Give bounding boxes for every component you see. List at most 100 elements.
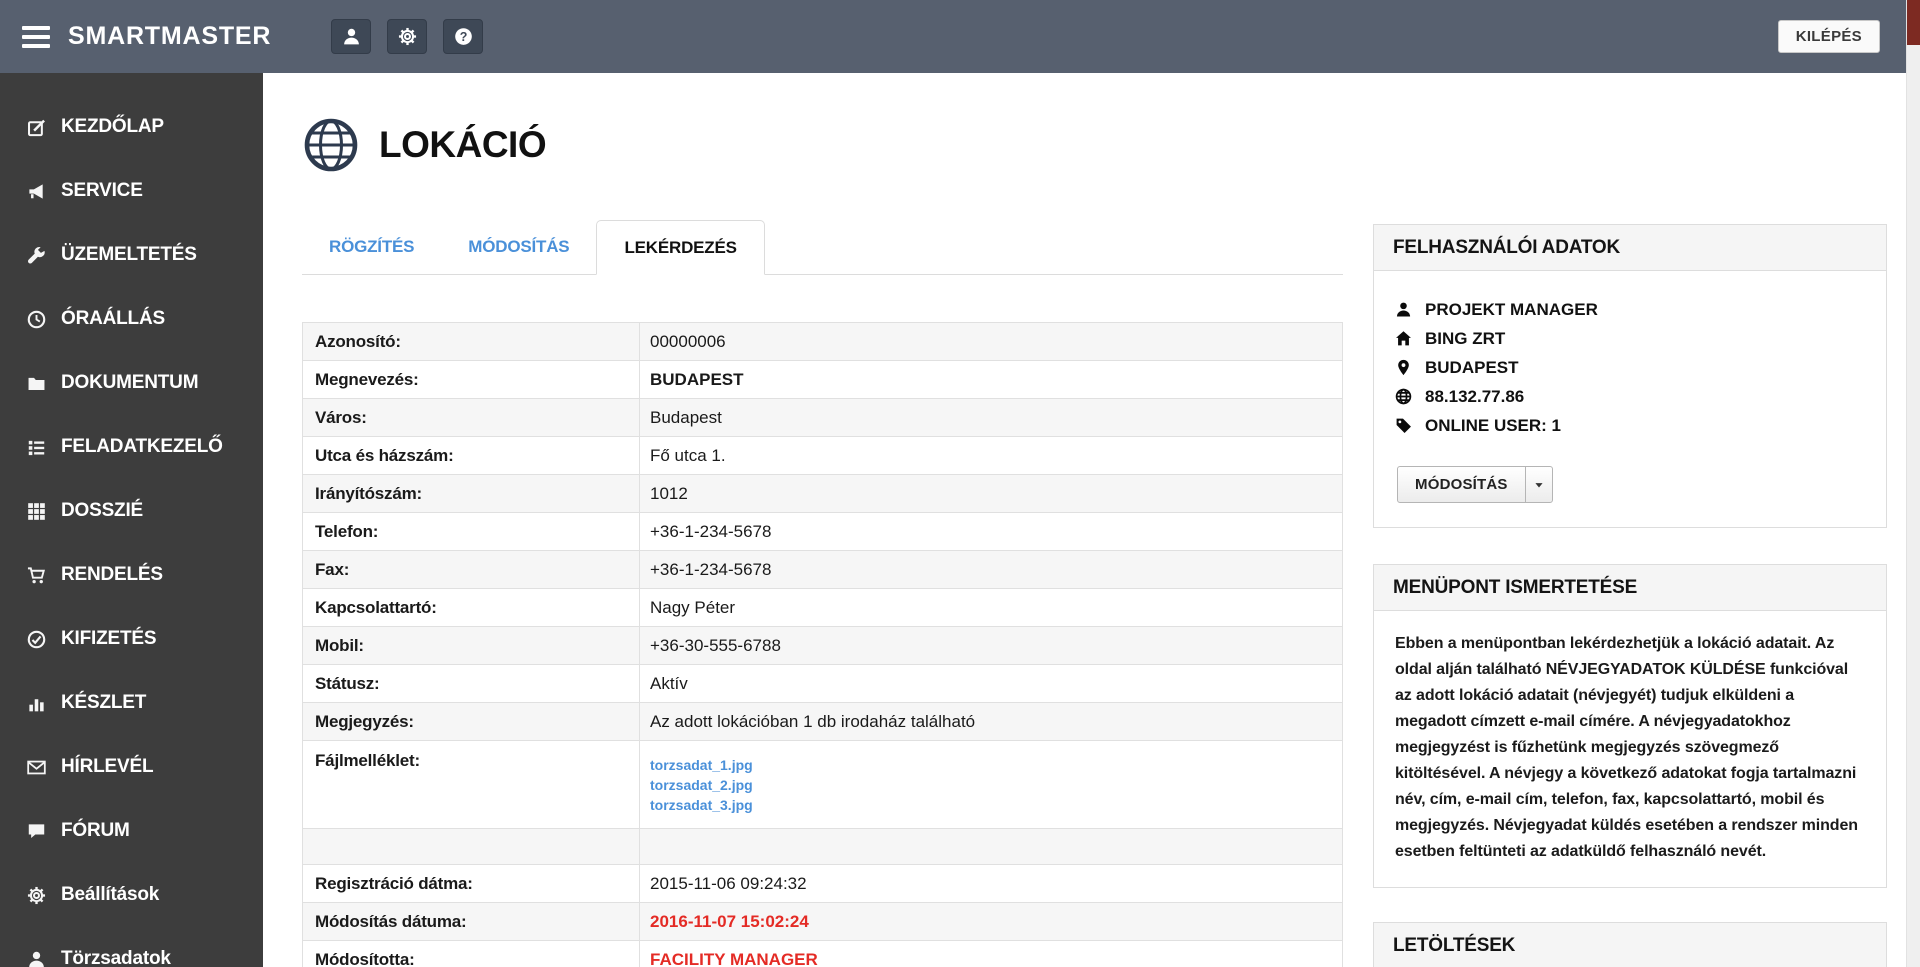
row-value: Az adott lokációban 1 db irodaház találh… xyxy=(640,703,1342,740)
row-value: 2016-11-07 15:02:24 xyxy=(640,903,1342,940)
sidebar-item-label: Törzsadatok xyxy=(61,948,171,967)
sidebar-item-dokumentum[interactable]: DOKUMENTUM xyxy=(0,351,263,415)
table-row-empty xyxy=(303,829,1342,865)
modify-dropdown-toggle[interactable] xyxy=(1525,467,1552,502)
sidebar-item-dosszie[interactable]: DOSSZIÉ xyxy=(0,479,263,543)
tab-lekerdezes[interactable]: LEKÉRDEZÉS xyxy=(596,220,764,275)
globe-icon xyxy=(303,117,359,173)
sidebar-item-kezdolap[interactable]: KEZDŐLAP xyxy=(0,95,263,159)
main-content: LOKÁCIÓ RÖGZÍTÉS MÓDOSÍTÁS LEKÉRDEZÉS Az… xyxy=(263,73,1906,967)
sidebar-item-feladatkezelo[interactable]: FELADATKEZELŐ xyxy=(0,415,263,479)
sidebar-item-kifizetes[interactable]: KIFIZETÉS xyxy=(0,607,263,671)
sidebar-item-label: ÜZEMELTETÉS xyxy=(61,244,197,266)
sidebar-item-forum[interactable]: FÓRUM xyxy=(0,799,263,863)
user-company: BING ZRT xyxy=(1425,329,1505,349)
attachment-link[interactable]: torzsadat_1.jpg xyxy=(650,757,753,773)
downloads-panel: LETÖLTÉSEK xyxy=(1373,922,1887,967)
row-value xyxy=(640,829,1342,864)
row-value: Budapest xyxy=(640,399,1342,436)
row-value: +36-1-234-5678 xyxy=(640,551,1342,588)
tab-bar: RÖGZÍTÉS MÓDOSÍTÁS LEKÉRDEZÉS xyxy=(302,220,1343,275)
page-scrollbar[interactable] xyxy=(1906,0,1920,967)
app-title: SMARTMASTER xyxy=(68,22,271,51)
table-row: Státusz: Aktív xyxy=(303,665,1342,703)
user-icon xyxy=(1395,301,1412,318)
logout-button[interactable]: KILÉPÉS xyxy=(1778,20,1880,53)
sidebar-item-keszlet[interactable]: KÉSZLET xyxy=(0,671,263,735)
sidebar-item-service[interactable]: SERVICE xyxy=(0,159,263,223)
row-label xyxy=(303,829,640,864)
megaphone-icon xyxy=(27,182,46,201)
row-value: 00000006 xyxy=(640,323,1342,360)
sidebar-item-label: KÉSZLET xyxy=(61,692,146,714)
row-label: Megnevezés: xyxy=(303,361,640,398)
scrollbar-thumb[interactable] xyxy=(1907,0,1920,45)
row-value: +36-1-234-5678 xyxy=(640,513,1342,550)
row-value: FACILITY MANAGER xyxy=(640,941,1342,967)
attachment-link[interactable]: torzsadat_3.jpg xyxy=(650,797,753,813)
cart-icon xyxy=(27,566,46,585)
row-label: Módosította: xyxy=(303,941,640,967)
row-value: +36-30-555-6788 xyxy=(640,627,1342,664)
user-icon xyxy=(342,27,361,46)
online-users-count: ONLINE USER: 1 xyxy=(1425,416,1561,436)
top-bar: SMARTMASTER ? KILÉPÉS xyxy=(0,0,1906,73)
table-row: Fax: +36-1-234-5678 xyxy=(303,551,1342,589)
user-city-line: BUDAPEST xyxy=(1395,353,1868,382)
row-value: 2015-11-06 09:24:32 xyxy=(640,865,1342,902)
user-ip: 88.132.77.86 xyxy=(1425,387,1524,407)
row-value: Fő utca 1. xyxy=(640,437,1342,474)
menu-icon[interactable] xyxy=(22,26,50,48)
user-role: PROJEKT MANAGER xyxy=(1425,300,1598,320)
bar-chart-icon xyxy=(27,694,46,713)
table-row: Regisztráció dátma: 2015-11-06 09:24:32 xyxy=(303,865,1342,903)
sidebar: KEZDŐLAP SERVICE ÜZEMELTETÉS ÓRAÁLLÁS DO… xyxy=(0,73,263,967)
table-row-attachments: Fájlmelléklet: torzsadat_1.jpg torzsadat… xyxy=(303,741,1342,829)
check-circle-icon xyxy=(27,630,46,649)
tag-icon xyxy=(1395,417,1412,434)
table-row: Azonosító: 00000006 xyxy=(303,323,1342,361)
online-users-line: ONLINE USER: 1 xyxy=(1395,411,1868,440)
sidebar-item-oraallas[interactable]: ÓRAÁLLÁS xyxy=(0,287,263,351)
sidebar-item-hirlevel[interactable]: HÍRLEVÉL xyxy=(0,735,263,799)
sidebar-item-label: SERVICE xyxy=(61,180,143,202)
row-label: Város: xyxy=(303,399,640,436)
sidebar-item-beallitasok[interactable]: Beállítások xyxy=(0,863,263,927)
tab-modositas[interactable]: MÓDOSÍTÁS xyxy=(441,220,596,274)
table-row: Megjegyzés: Az adott lokációban 1 db iro… xyxy=(303,703,1342,741)
row-label: Megjegyzés: xyxy=(303,703,640,740)
pencil-square-icon xyxy=(27,118,46,137)
grid-icon xyxy=(27,502,46,521)
modify-button[interactable]: MÓDOSÍTÁS xyxy=(1398,467,1525,502)
page-title: LOKÁCIÓ xyxy=(379,124,546,166)
table-row: Megnevezés: BUDAPEST xyxy=(303,361,1342,399)
map-pin-icon xyxy=(1395,359,1412,376)
page-header: LOKÁCIÓ xyxy=(303,117,546,173)
settings-button[interactable] xyxy=(387,19,427,54)
sidebar-item-label: KEZDŐLAP xyxy=(61,116,164,138)
chevron-down-icon xyxy=(1533,479,1545,491)
sidebar-item-torzsadatok[interactable]: Törzsadatok xyxy=(0,927,263,967)
sidebar-item-label: DOSSZIÉ xyxy=(61,500,143,522)
panel-title: MENÜPONT ISMERTETÉSE xyxy=(1374,565,1886,611)
user-company-line: BING ZRT xyxy=(1395,324,1868,353)
table-row: Irányítószám: 1012 xyxy=(303,475,1342,513)
row-value: Aktív xyxy=(640,665,1342,702)
tab-rogzites[interactable]: RÖGZÍTÉS xyxy=(302,220,441,274)
tasks-icon xyxy=(27,438,46,457)
comment-icon xyxy=(27,822,46,841)
row-label: Kapcsolattartó: xyxy=(303,589,640,626)
topbar-buttons: ? xyxy=(331,19,483,54)
table-row: Utca és házszám: Fő utca 1. xyxy=(303,437,1342,475)
sidebar-item-rendeles[interactable]: RENDELÉS xyxy=(0,543,263,607)
help-button[interactable]: ? xyxy=(443,19,483,54)
row-label: Telefon: xyxy=(303,513,640,550)
profile-button[interactable] xyxy=(331,19,371,54)
row-label: Módosítás dátuma: xyxy=(303,903,640,940)
gear-icon xyxy=(398,27,417,46)
wrench-icon xyxy=(27,246,46,265)
table-row: Mobil: +36-30-555-6788 xyxy=(303,627,1342,665)
attachment-link[interactable]: torzsadat_2.jpg xyxy=(650,777,753,793)
sidebar-item-label: FÓRUM xyxy=(61,820,130,842)
sidebar-item-uzemeltetes[interactable]: ÜZEMELTETÉS xyxy=(0,223,263,287)
